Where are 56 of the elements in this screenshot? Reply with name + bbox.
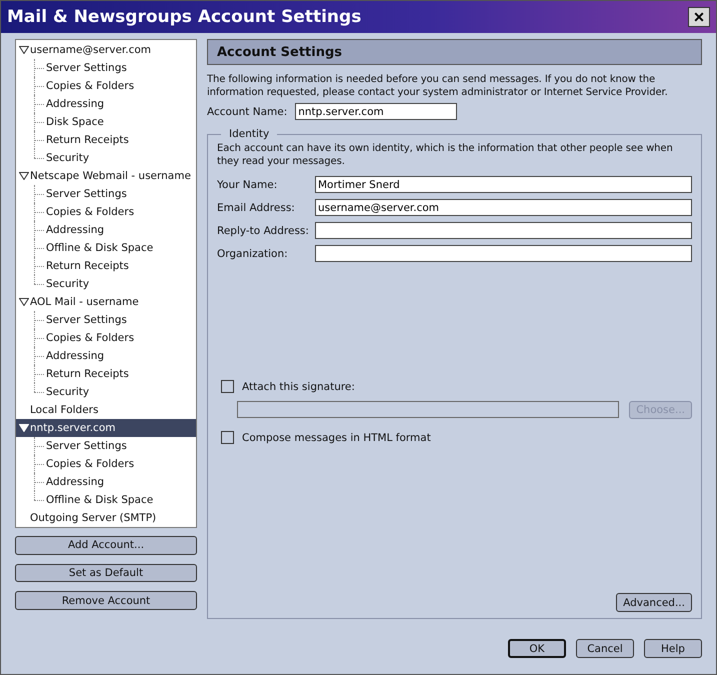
tree-item[interactable]: Security bbox=[16, 149, 196, 167]
tree-item[interactable]: Outgoing Server (SMTP) bbox=[16, 509, 196, 527]
tree-item[interactable]: Disk Space bbox=[16, 113, 196, 131]
group-legend: Identity bbox=[221, 128, 278, 140]
window-title: Mail & Newsgroups Account Settings bbox=[7, 7, 362, 27]
tree-item[interactable]: Return Receipts bbox=[16, 131, 196, 149]
tree-item[interactable]: Server Settings bbox=[16, 437, 196, 455]
advanced-button[interactable]: Advanced... bbox=[616, 593, 692, 612]
identity-description: Each account can have its own identity, which is the information that other people see when they read your messages. bbox=[217, 142, 674, 168]
tree-item[interactable]: Addressing bbox=[16, 95, 196, 113]
dialog-button[interactable]: Cancel bbox=[576, 639, 634, 658]
tree-item[interactable]: Server Settings bbox=[16, 185, 196, 203]
expanded-triangle-icon[interactable] bbox=[19, 46, 29, 54]
field-label: Reply-to Address: bbox=[217, 224, 310, 236]
tree-item[interactable]: AOL Mail - username bbox=[16, 293, 196, 311]
panel-title: Account Settings bbox=[217, 44, 342, 60]
tree-item[interactable]: username@server.com bbox=[16, 41, 196, 59]
close-button[interactable]: × bbox=[688, 7, 710, 27]
tree-item[interactable]: Local Folders bbox=[16, 401, 196, 419]
field-label: Account Name: bbox=[207, 106, 288, 118]
tree-item[interactable]: nntp.server.com bbox=[16, 419, 196, 437]
tree-item[interactable]: Addressing bbox=[16, 347, 196, 365]
field-label: Your Name: bbox=[217, 178, 278, 190]
tree-item[interactable]: Return Receipts bbox=[16, 365, 196, 383]
field-label: Email Address: bbox=[217, 202, 296, 214]
account-button[interactable]: Add Account... bbox=[15, 536, 197, 555]
tree-item[interactable]: Offline & Disk Space bbox=[16, 239, 196, 257]
checkbox[interactable] bbox=[221, 431, 234, 444]
tree-item[interactable]: Netscape Webmail - username bbox=[16, 167, 196, 185]
dialog-button[interactable]: OK bbox=[508, 639, 566, 658]
tree-item[interactable]: Return Receipts bbox=[16, 257, 196, 275]
tree-item[interactable]: Server Settings bbox=[16, 311, 196, 329]
tree-item[interactable]: Copies & Folders bbox=[16, 329, 196, 347]
input-field[interactable] bbox=[315, 222, 692, 239]
tree-item[interactable]: Addressing bbox=[16, 221, 196, 239]
tree-item[interactable]: Copies & Folders bbox=[16, 455, 196, 473]
intro-text: The following information is needed before you can send messages. If you do not know the information requested, please contact your system administrator or Internet Service Provider. bbox=[207, 73, 669, 99]
checkbox-label: Attach this signature: bbox=[242, 380, 355, 392]
tree-item[interactable]: Copies & Folders bbox=[16, 77, 196, 95]
tree-item[interactable]: Addressing bbox=[16, 473, 196, 491]
input-field[interactable]: Mortimer Snerd bbox=[315, 176, 692, 193]
tree-item[interactable]: Security bbox=[16, 383, 196, 401]
tree-item[interactable]: Security bbox=[16, 275, 196, 293]
expanded-triangle-icon[interactable] bbox=[19, 172, 29, 180]
input-field[interactable]: username@server.com bbox=[315, 199, 692, 216]
input-field[interactable] bbox=[315, 245, 692, 262]
checkbox-label: Compose messages in HTML format bbox=[242, 432, 431, 444]
tree-item[interactable]: Offline & Disk Space bbox=[16, 491, 196, 509]
field-label: Organization: bbox=[217, 248, 289, 260]
account-button[interactable]: Remove Account bbox=[15, 591, 197, 610]
expanded-triangle-icon[interactable] bbox=[19, 298, 29, 306]
account-name-field[interactable]: nntp.server.com bbox=[295, 103, 458, 120]
tree-item[interactable]: Copies & Folders bbox=[16, 203, 196, 221]
dialog-button[interactable]: Help bbox=[644, 639, 702, 658]
account-button[interactable]: Set as Default bbox=[15, 564, 197, 582]
tree-item[interactable]: Server Settings bbox=[16, 59, 196, 77]
